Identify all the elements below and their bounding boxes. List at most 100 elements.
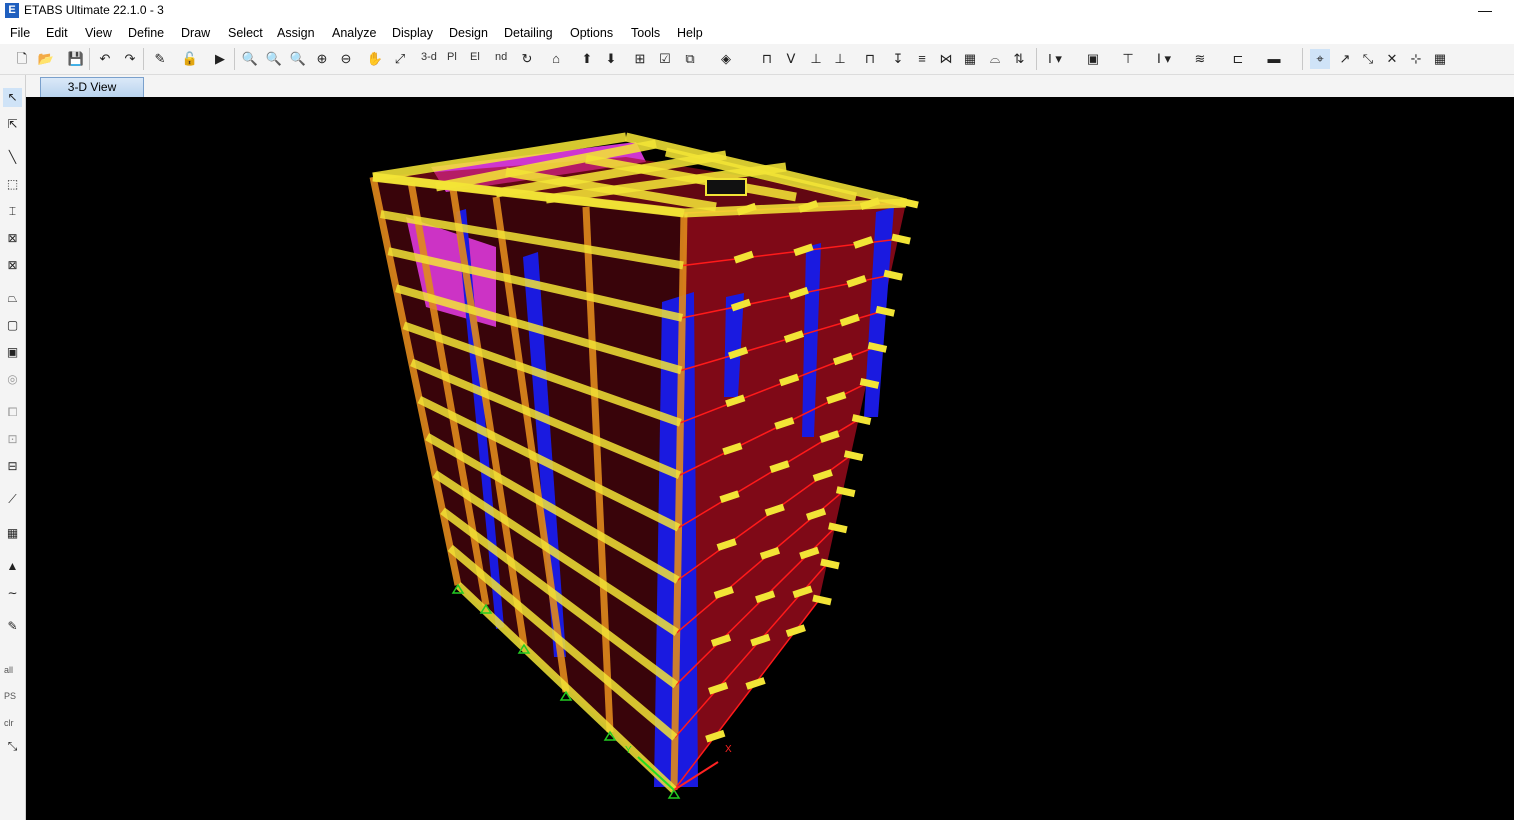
menu-edit[interactable]: Edit (46, 26, 68, 40)
lock-icon[interactable]: 🔓 (180, 49, 200, 69)
undo-icon[interactable]: ↶ (95, 49, 115, 69)
menu-draw[interactable]: Draw (181, 26, 210, 40)
snap-to-perpendicular-icon[interactable]: ✕ (1382, 49, 1402, 69)
restore-full-view-icon[interactable]: 🔍 (264, 49, 284, 69)
perspective-toggle-icon[interactable]: ⌂ (546, 49, 566, 69)
set-named-view-button[interactable]: nd (495, 51, 507, 63)
beam-stub (875, 305, 896, 317)
pan-icon[interactable]: ✋ (365, 49, 385, 69)
slab-section-dropdown-icon[interactable]: ▣ ▾ (1083, 49, 1103, 86)
minimize-button[interactable]: — (1478, 2, 1492, 18)
beam-stub (891, 233, 911, 245)
select-all-button[interactable]: all (4, 665, 13, 675)
menu-file[interactable]: File (10, 26, 30, 40)
set-elevation-view-button[interactable]: El (470, 51, 480, 63)
draw-beam-region-icon[interactable]: ⬚ (3, 175, 22, 194)
measure-icon[interactable]: ⤢ (390, 49, 410, 69)
rotate-3d-icon[interactable]: ↻ (517, 49, 537, 69)
open-model-icon[interactable]: 📂 (36, 49, 56, 69)
tendon-dropdown-icon[interactable]: ⊏ ▾ (1228, 49, 1248, 86)
beam-stub (851, 414, 872, 425)
line-style-dropdown-icon[interactable]: ▬ ▾ (1264, 49, 1284, 86)
draw-brace-icon[interactable]: ᐯ (781, 49, 801, 69)
set-3d-view-button[interactable]: 3-d (421, 51, 437, 63)
save-icon[interactable]: 💾 (66, 49, 86, 69)
quick-draw-floor-icon[interactable]: ▣ (3, 343, 22, 362)
model-viewport-3d[interactable]: X Y (26, 97, 1514, 820)
menu-define[interactable]: Define (128, 26, 164, 40)
beam-stub (828, 522, 848, 534)
snap-to-lines-icon[interactable]: ⊹ (1406, 49, 1426, 69)
menu-design[interactable]: Design (449, 26, 488, 40)
assign-shell-loads-icon[interactable]: ≡ (912, 49, 932, 69)
draw-opening-icon[interactable]: ◎ (3, 370, 22, 389)
etabs-app-icon: E (5, 3, 19, 18)
deck-section-dropdown-icon[interactable]: ≋ ▾ (1190, 49, 1210, 86)
menu-tools[interactable]: Tools (631, 26, 660, 40)
beam-stub (843, 450, 864, 462)
draw-brace-region-icon[interactable]: ⊠ (3, 229, 22, 248)
object-shrink-icon[interactable]: ⊞ (630, 49, 650, 69)
refresh-window-icon[interactable]: ✎ (150, 49, 170, 69)
assign-link-icon[interactable]: ⇅ (1009, 49, 1029, 69)
draw-floor-icon[interactable]: ⏢ (3, 289, 22, 308)
show-extruded-icon[interactable]: ◈ (716, 49, 736, 69)
column-section-dropdown-icon[interactable]: Ⅰ ▾ (1154, 49, 1174, 69)
zoom-in-icon[interactable]: ⊕ (312, 49, 332, 69)
quick-draw-wall-icon[interactable]: ⊡ (3, 430, 22, 449)
snap-to-intersections-icon[interactable]: ⤡ (1358, 49, 1378, 69)
select-intersecting-line-icon[interactable]: ⤡ (3, 737, 22, 756)
menu-assign[interactable]: Assign (277, 26, 315, 40)
draw-wall-icon[interactable]: ⧠ (3, 403, 22, 422)
set-display-options-icon[interactable]: ☑ (655, 49, 675, 69)
draw-rectangular-floor-icon[interactable]: ▢ (3, 316, 22, 335)
assign-frame-loads-icon[interactable]: ↧ (888, 49, 908, 69)
redo-icon[interactable]: ↷ (120, 49, 140, 69)
run-analysis-icon[interactable]: ▶ (210, 49, 230, 69)
snap-to-points-icon[interactable]: ⌖ (1310, 49, 1330, 69)
snap-to-grid-icon[interactable]: ▦ (1430, 49, 1450, 69)
rubber-band-zoom-icon[interactable]: 🔍 (240, 49, 260, 69)
show-undeformed-shape-icon[interactable]: ⧉ (680, 49, 700, 69)
move-up-icon[interactable]: ⬆ (577, 49, 597, 69)
menu-select[interactable]: Select (228, 26, 263, 40)
pointer-select-icon[interactable]: ↖ (3, 88, 22, 107)
set-plan-view-button[interactable]: Pl (447, 51, 457, 63)
draw-developed-elevation-icon[interactable]: ✎ (3, 617, 22, 636)
draw-grid-icon[interactable]: ▦ (3, 524, 22, 543)
menu-analyze[interactable]: Analyze (332, 26, 376, 40)
beam-stub (820, 558, 840, 570)
assign-wall-icon[interactable]: ⋈ (936, 49, 956, 69)
new-model-icon[interactable]: 🗋 (12, 49, 32, 69)
clear-selection-button[interactable]: clr (4, 718, 14, 728)
snap-to-ends-icon[interactable]: ↗ (1335, 49, 1355, 69)
draw-wall-line-icon[interactable]: ∼ (3, 584, 22, 603)
assign-frame-section-icon[interactable]: ⊥ (830, 49, 850, 69)
title-bar: E ETABS Ultimate 22.1.0 - 3 — (0, 0, 1514, 22)
draw-section-cut-icon[interactable]: ▲ (3, 557, 22, 576)
reshape-object-icon[interactable]: ⇱ (3, 115, 22, 134)
menu-options[interactable]: Options (570, 26, 613, 40)
assign-slab-icon[interactable]: ▦ (960, 49, 980, 69)
restore-previous-zoom-icon[interactable]: 🔍 (288, 49, 308, 69)
draw-dimension-icon[interactable]: ⟋ (3, 490, 22, 509)
frame-section-dropdown-icon[interactable]: I ▾ (1045, 49, 1065, 69)
menu-detailing[interactable]: Detailing (504, 26, 553, 40)
tab-3d-view[interactable]: 3-D View (40, 77, 144, 97)
draw-column-icon[interactable]: ⌶ (3, 202, 22, 221)
menu-display[interactable]: Display (392, 26, 433, 40)
assign-joint-restraint-icon[interactable]: ⊥ (806, 49, 826, 69)
wall-section-dropdown-icon[interactable]: ⊤ ▾ (1118, 49, 1138, 86)
draw-wall-stacks-icon[interactable]: ⊟ (3, 457, 22, 476)
move-down-icon[interactable]: ⬇ (601, 49, 621, 69)
draw-line-icon[interactable]: ╲ (3, 148, 22, 167)
menu-view[interactable]: View (85, 26, 112, 40)
zoom-out-icon[interactable]: ⊖ (336, 49, 356, 69)
menu-help[interactable]: Help (677, 26, 703, 40)
previous-selection-button[interactable]: PS (4, 691, 16, 701)
draw-beam-icon[interactable]: ⊓ (757, 49, 777, 69)
right-facade-slabs (674, 203, 906, 790)
draw-cross-brace-icon[interactable]: ⊠ (3, 256, 22, 275)
assign-frame-releases-icon[interactable]: ⊓ (860, 49, 880, 69)
assign-area-icon[interactable]: ⌓ (985, 49, 1005, 69)
